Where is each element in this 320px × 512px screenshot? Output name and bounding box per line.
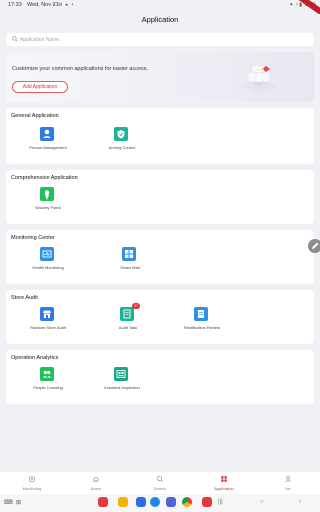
status-bar: 17:33 Wed, Nov 21 ▪ ✉ ▸ • ✦ ◔ ▮ 96% [0, 0, 320, 10]
app-people-counting[interactable]: People Counting [18, 367, 78, 403]
app-label: Arming Control [108, 145, 136, 150]
section-title: Comprehensive Application [11, 175, 78, 181]
tab-label: Search [153, 486, 167, 491]
search-icon [156, 475, 164, 483]
app-label: Rectification Review [183, 325, 220, 330]
pencil-icon [312, 242, 319, 249]
app-random-store-audit[interactable]: Random Store Audit [18, 307, 78, 343]
search-input[interactable]: Application Name [6, 33, 314, 46]
back-icon[interactable]: ‹ [299, 499, 301, 505]
search-icon [12, 36, 18, 42]
keyboard-icon[interactable]: ⌨ [4, 499, 13, 506]
status-time: 17:33 [8, 2, 22, 8]
notification-icons: ▪ ✉ ▸ • [53, 2, 75, 8]
search-placeholder: Application Name [20, 36, 60, 43]
dock-app-chat-icon[interactable] [150, 497, 160, 507]
tab-label: Alarm [90, 486, 102, 491]
audit-task-badge: 37 [132, 303, 140, 309]
bell-icon [93, 476, 99, 482]
section-general-application: General Application Person Management Ar… [6, 108, 314, 164]
grid-icon [221, 476, 227, 482]
section-title: Monitoring Center [11, 235, 55, 241]
app-label: People Counting [33, 385, 63, 390]
section-title: Operation Analytics [11, 355, 59, 361]
app-health-monitoring[interactable]: Health Monitoring [18, 247, 78, 283]
system-nav-bar: ⌨ ⊞ ||| ○ ‹ [0, 494, 320, 512]
apps-grid-icon[interactable]: ⊞ [16, 499, 21, 506]
patrol-icon [40, 187, 54, 201]
wall-grid-icon [122, 247, 136, 261]
app-audit-task[interactable]: 37 Audit Task [98, 303, 158, 343]
tab-label: Monitoring [22, 486, 42, 491]
review-icon [194, 307, 208, 321]
app-label: Smart Wall [120, 265, 140, 270]
debug-corner-ribbon [298, 0, 320, 14]
dock-app-store-icon[interactable] [166, 497, 176, 507]
banner-text: Customize your common applications for e… [12, 66, 149, 72]
dock-app-camera-icon[interactable] [202, 497, 212, 507]
section-title: Store Audit [11, 295, 38, 301]
page-title: Application [141, 15, 179, 24]
store-audit-icon [40, 307, 54, 321]
add-application-button[interactable]: Add Application [12, 81, 68, 93]
app-person-management[interactable]: Person Management [18, 127, 78, 163]
camera-icon [28, 475, 36, 483]
section-title: General Application [11, 113, 59, 119]
tab-label: Application [214, 486, 234, 491]
app-arming-control[interactable]: Arming Control [92, 127, 152, 163]
people-count-icon [40, 367, 54, 381]
home-icon[interactable]: ○ [260, 499, 264, 505]
dock-app-folder-icon[interactable] [118, 497, 128, 507]
section-operation-analytics: Operation Analytics People Counting Indu… [6, 350, 314, 404]
dock-app-blue-icon[interactable] [136, 497, 146, 507]
app-label: Security Patrol [34, 205, 61, 210]
health-icon [40, 247, 54, 261]
tab-label: Me [285, 486, 291, 491]
app-label: Industrial Inspection [104, 385, 140, 390]
app-label: Audit Task [118, 325, 138, 330]
bottom-tab-bar: Monitoring Alarm Search Application Me [0, 472, 320, 494]
app-label: Random Store Audit [30, 325, 66, 330]
audit-task-icon [120, 307, 134, 321]
recents-icon[interactable]: ||| [218, 499, 223, 505]
app-security-patrol[interactable]: Security Patrol [18, 187, 78, 223]
edit-fab-button[interactable] [308, 239, 320, 253]
section-comprehensive-application: Comprehensive Application Security Patro… [6, 170, 314, 224]
banner-illustration-icon [240, 65, 278, 94]
person-icon [40, 127, 54, 141]
dock-app-red-icon[interactable] [98, 497, 108, 507]
inspection-icon [114, 367, 128, 381]
section-monitoring-center: Monitoring Center Health Monitoring Smar… [6, 230, 314, 284]
user-icon [285, 476, 291, 483]
app-rectification-review[interactable]: Rectification Review [172, 307, 232, 343]
section-store-audit: Store Audit Random Store Audit 37 Audit … [6, 290, 314, 344]
customize-banner: Customize your common applications for e… [6, 52, 314, 102]
app-label: Person Management [29, 145, 67, 150]
chrome-icon[interactable] [182, 497, 192, 507]
shield-check-icon [114, 127, 128, 141]
app-label: Health Monitoring [32, 265, 64, 270]
app-industrial-inspection[interactable]: Industrial Inspection [92, 367, 152, 403]
app-smart-wall[interactable]: Smart Wall [100, 247, 160, 283]
